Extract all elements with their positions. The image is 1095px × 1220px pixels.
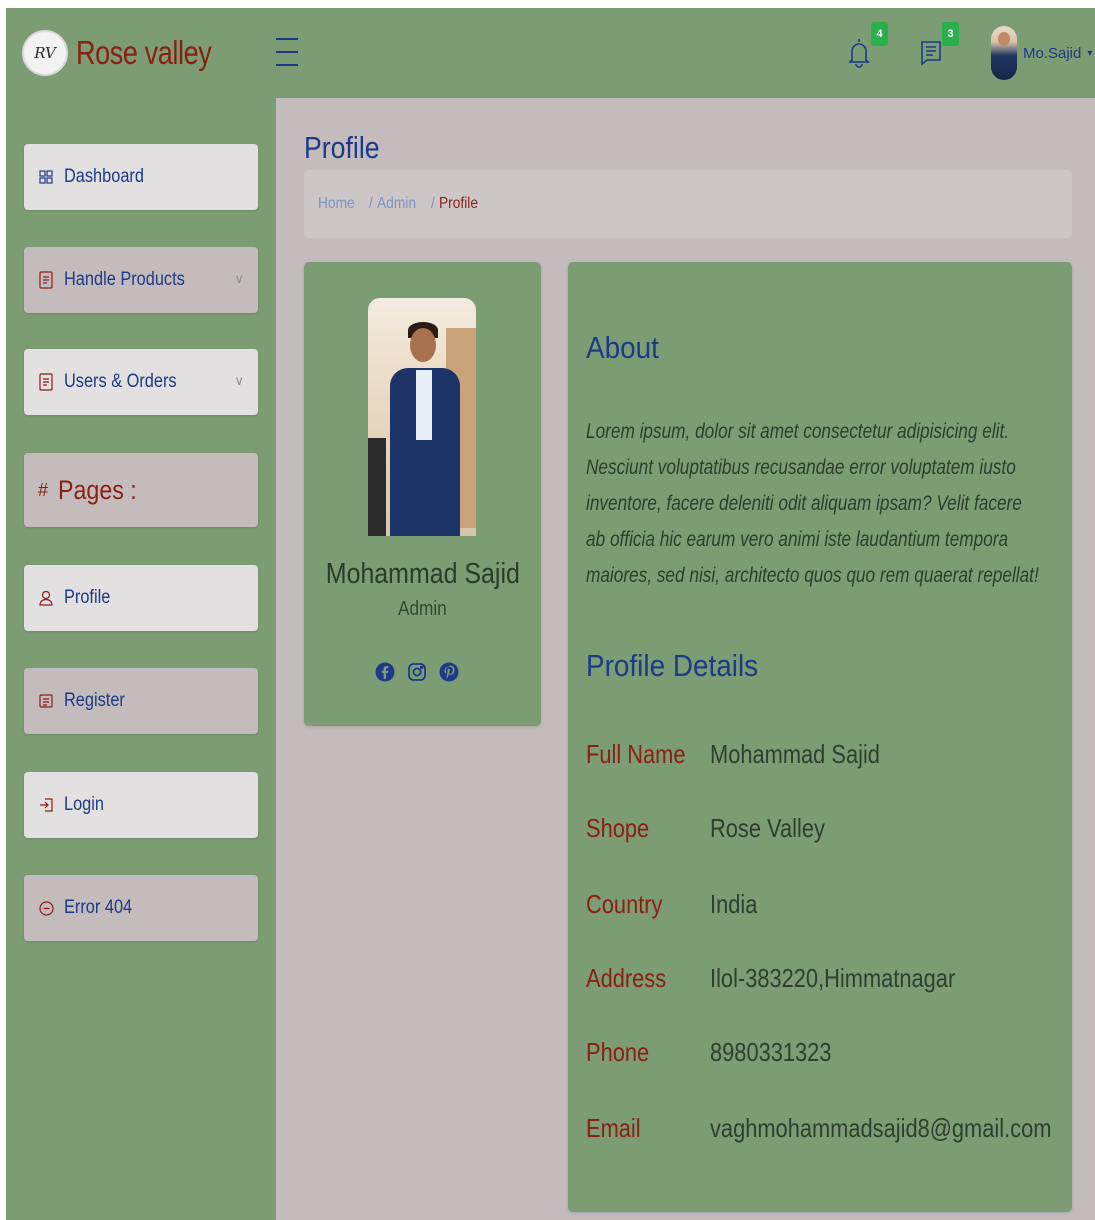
profile-card: Mohammad Sajid Admin — [304, 262, 541, 726]
detail-value: Ilol-383220,Himmatnagar — [710, 962, 956, 993]
profile-name: Mohammad Sajid — [325, 558, 520, 590]
sidebar-item-login[interactable]: Login — [24, 772, 258, 838]
breadcrumb-separator: / — [368, 195, 373, 212]
app-frame: RV Rose valley 4 3 Mo.Sajid ▾ Dashboard … — [6, 8, 1095, 1220]
notifications-badge: 4 — [871, 22, 888, 46]
sidebar-section-pages: # Pages : — [24, 453, 258, 527]
menu-toggle-icon[interactable] — [276, 38, 298, 66]
list-card-icon — [38, 693, 54, 709]
profile-details-title: Profile Details — [586, 648, 759, 683]
hash-icon: # — [38, 479, 49, 500]
page-title: Profile — [304, 130, 380, 165]
sidebar-item-label: Users & Orders — [64, 371, 177, 392]
chevron-down-icon: ∨ — [234, 373, 244, 388]
instagram-icon[interactable] — [406, 658, 428, 686]
detail-value: Rose Valley — [710, 812, 825, 843]
sidebar-item-register[interactable]: Register — [24, 668, 258, 734]
profile-role: Admin — [398, 598, 447, 620]
detail-label: Full Name — [586, 738, 686, 769]
detail-label: Country — [586, 888, 663, 919]
login-icon — [38, 797, 54, 813]
avatar — [991, 26, 1017, 80]
about-text: Lorem ipsum, dolor sit amet consectetur … — [586, 420, 1039, 587]
detail-value: India — [710, 888, 758, 919]
username-label: Mo.Sajid — [1023, 44, 1082, 62]
detail-label: Shope — [586, 812, 650, 843]
sidebar-item-profile[interactable]: Profile — [24, 565, 258, 631]
detail-row-shope: Shope Rose Valley — [586, 808, 847, 848]
detail-row-email: Email vaghmohammadsajid8@gmail.com — [586, 1108, 1095, 1148]
detail-value: Mohammad Sajid — [710, 738, 880, 769]
caret-down-icon: ▾ — [1087, 47, 1093, 59]
chevron-down-icon: ∨ — [234, 271, 244, 286]
messages-icon[interactable]: 3 — [919, 22, 959, 70]
sidebar-item-error-404[interactable]: Error 404 — [24, 875, 258, 941]
sidebar-item-dashboard[interactable]: Dashboard — [24, 144, 258, 210]
logo-monogram: RV — [34, 44, 56, 62]
breadcrumb-separator: / — [430, 195, 435, 212]
social-links — [374, 658, 460, 686]
detail-label: Phone — [586, 1036, 650, 1067]
about-card: About Lorem ipsum, dolor sit amet consec… — [568, 262, 1072, 1212]
messages-badge: 3 — [942, 22, 959, 46]
detail-row-country: Country India — [586, 884, 766, 924]
detail-value[interactable]: vaghmohammadsajid8@gmail.com — [710, 1113, 1051, 1144]
person-icon — [38, 590, 54, 606]
document-icon — [38, 373, 54, 391]
breadcrumb-current: Profile — [438, 195, 478, 212]
detail-label: Address — [586, 962, 667, 993]
user-menu[interactable]: Mo.Sajid ▾ — [991, 26, 1092, 80]
detail-label: Email — [586, 1112, 641, 1143]
logo-link[interactable]: RV Rose valley — [22, 30, 241, 76]
sidebar: Dashboard Handle Products ∨ Users & Orde… — [6, 98, 276, 1220]
facebook-icon[interactable] — [374, 658, 396, 686]
detail-row-address: Address Ilol-383220,Himmatnagar — [586, 958, 1002, 998]
about-title: About — [586, 330, 659, 365]
sidebar-item-label: Dashboard — [64, 166, 144, 187]
document-icon — [38, 271, 54, 289]
top-header: RV Rose valley 4 3 Mo.Sajid ▾ — [6, 8, 1095, 98]
logo-icon: RV — [22, 30, 68, 76]
minus-circle-icon — [38, 900, 54, 916]
sidebar-item-label: Register — [64, 690, 125, 711]
notifications-bell-icon[interactable]: 4 — [848, 22, 888, 70]
sidebar-section-label: Pages : — [58, 474, 137, 505]
breadcrumb-home-link[interactable]: Home — [318, 195, 355, 213]
detail-row-phone: Phone 8980331323 — [586, 1032, 855, 1072]
profile-photo — [368, 298, 476, 536]
detail-row-full-name: Full Name Mohammad Sajid — [586, 734, 912, 774]
breadcrumb-admin-link[interactable]: Admin — [377, 195, 416, 213]
sidebar-item-handle-products[interactable]: Handle Products ∨ — [24, 247, 258, 313]
sidebar-item-users-orders[interactable]: Users & Orders ∨ — [24, 349, 258, 415]
grid-icon — [38, 169, 54, 185]
sidebar-item-label: Profile — [64, 587, 111, 608]
sidebar-item-label: Login — [64, 794, 104, 815]
sidebar-item-label: Handle Products — [64, 269, 185, 290]
breadcrumb: Home / Admin / Profile — [304, 170, 1072, 238]
sidebar-item-label: Error 404 — [64, 897, 133, 918]
brand-name: Rose valley — [76, 34, 212, 71]
pinterest-icon[interactable] — [438, 658, 460, 686]
detail-value: 8980331323 — [710, 1036, 832, 1067]
